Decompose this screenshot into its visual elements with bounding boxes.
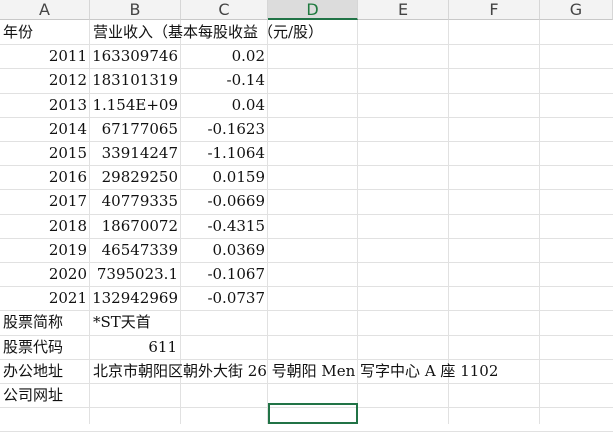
cell-b1[interactable]: 营业收入（基本每股收益（元/股）: [93, 20, 393, 44]
column-header-f[interactable]: F: [449, 0, 540, 20]
column-header-c[interactable]: C: [181, 0, 268, 20]
cell-year[interactable]: 2012: [0, 68, 87, 92]
column-header-g[interactable]: G: [540, 0, 613, 20]
cell-revenue[interactable]: 33914247: [90, 141, 178, 165]
cell-eps[interactable]: -0.0737: [181, 286, 265, 310]
cell-info-label[interactable]: 股票简称: [3, 310, 88, 334]
cell-info-label[interactable]: 办公地址: [3, 359, 88, 383]
cell-eps[interactable]: -0.0669: [181, 189, 265, 213]
cell-year[interactable]: 2017: [0, 189, 87, 213]
cell-revenue[interactable]: 7395023.1: [90, 262, 178, 286]
cell-eps[interactable]: 0.0369: [181, 238, 266, 262]
cell-eps[interactable]: -0.1067: [181, 262, 265, 286]
cell-revenue[interactable]: 40779335: [90, 189, 178, 213]
cell-info-value[interactable]: *ST天首: [93, 310, 611, 334]
cell-eps[interactable]: 0.02: [181, 44, 265, 68]
cell-eps[interactable]: -0.14: [181, 68, 265, 92]
cell-year[interactable]: 2016: [0, 165, 87, 189]
cell-year[interactable]: 2011: [0, 44, 87, 68]
cell-eps[interactable]: -0.4315: [181, 214, 265, 238]
cell-eps[interactable]: -1.1064: [181, 141, 265, 165]
cell-year[interactable]: 2015: [0, 141, 87, 165]
cell-revenue[interactable]: 67177065: [90, 117, 178, 141]
column-header-e[interactable]: E: [358, 0, 449, 20]
cell-info-value[interactable]: 北京市朝阳区朝外大街 26 号朝阳 Men 写字中心 A 座 1102: [93, 359, 611, 383]
cell-revenue[interactable]: 1.154E+09: [90, 93, 178, 117]
cell-a1[interactable]: 年份: [3, 20, 88, 44]
cell-eps[interactable]: 0.0159: [181, 165, 266, 189]
column-header-b[interactable]: B: [90, 0, 181, 20]
column-header-d[interactable]: D: [268, 0, 358, 20]
cell-revenue[interactable]: 29829250: [90, 165, 178, 189]
cell-revenue[interactable]: 183101319: [90, 68, 178, 92]
column-header-a[interactable]: A: [0, 0, 90, 20]
cell-info-label[interactable]: 股票代码: [3, 335, 88, 359]
cell-revenue[interactable]: 46547339: [90, 238, 178, 262]
cell-year[interactable]: 2018: [0, 214, 87, 238]
cell-eps[interactable]: 0.04: [181, 93, 265, 117]
cell-info-label[interactable]: 公司网址: [3, 383, 88, 407]
gridline-horizontal: [0, 383, 613, 384]
selected-cell-d17[interactable]: [268, 403, 358, 424]
cell-eps[interactable]: -0.1623: [181, 117, 265, 141]
spreadsheet-grid[interactable]: A B C D E F G 年份 营业收入（基本每股收益（元/股） 2011 163309746 0.…: [0, 0, 613, 432]
cell-year[interactable]: 2014: [0, 117, 87, 141]
cell-revenue[interactable]: 18670072: [90, 214, 178, 238]
cell-year[interactable]: 2019: [0, 238, 87, 262]
cell-year[interactable]: 2020: [0, 262, 87, 286]
cell-revenue[interactable]: 163309746: [90, 44, 178, 68]
cell-year[interactable]: 2021: [0, 286, 87, 310]
cell-info-value[interactable]: 611: [90, 335, 177, 359]
cell-year[interactable]: 2013: [0, 93, 87, 117]
cell-revenue[interactable]: 132942969: [90, 286, 178, 310]
